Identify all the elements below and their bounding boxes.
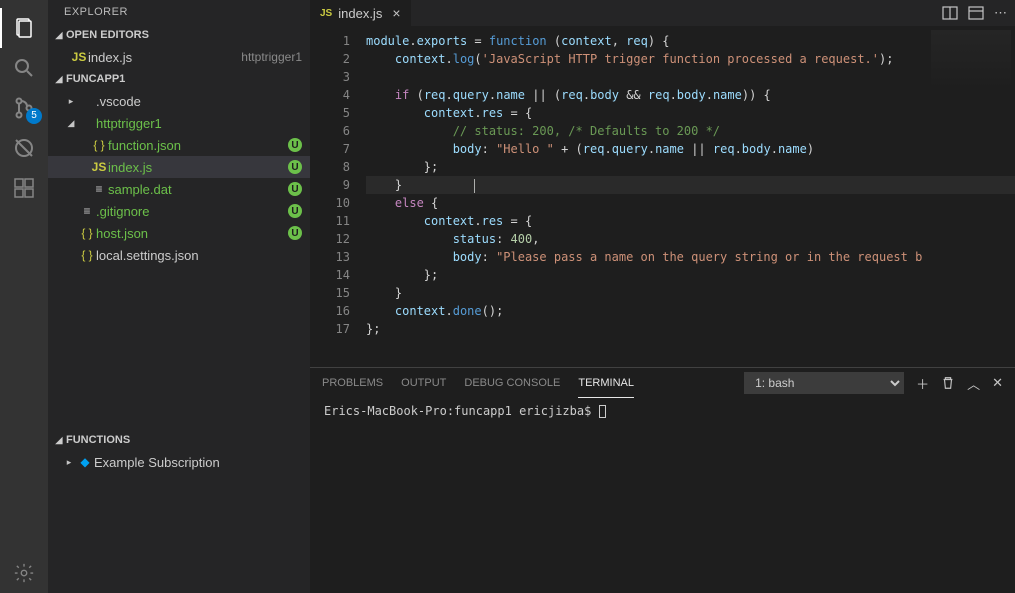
text-cursor xyxy=(474,179,475,193)
close-icon[interactable]: × xyxy=(392,5,400,21)
main: JS index.js × ⋯ 123456789101112131415161… xyxy=(310,0,1015,593)
terminal-prompt: Erics-MacBook-Pro:funcapp1 ericjizba$ xyxy=(324,404,599,418)
terminal-selector[interactable]: 1: bash xyxy=(744,372,904,394)
sidebar: EXPLORER ◢ OPEN EDITORS JS index.js http… xyxy=(48,0,310,593)
js-icon: JS xyxy=(70,50,88,64)
functions-item[interactable]: ▸ ◆ Example Subscription xyxy=(48,451,310,473)
settings-icon[interactable] xyxy=(0,553,48,593)
tree-item--gitignore[interactable]: ≡.gitignoreU xyxy=(48,200,310,222)
open-editor-item[interactable]: JS index.js httptrigger1 xyxy=(48,46,310,68)
editor[interactable]: 1234567891011121314151617 module.exports… xyxy=(310,26,1015,367)
tree-item-label: .gitignore xyxy=(96,204,288,219)
git-status-badge: U xyxy=(288,226,302,240)
tree-item-label: function.json xyxy=(108,138,288,153)
tree-item-label: .vscode xyxy=(96,94,302,109)
extensions-icon[interactable] xyxy=(0,168,48,208)
maximize-panel-icon[interactable]: ︿ xyxy=(967,374,980,393)
panel-tab-problems[interactable]: PROBLEMS xyxy=(322,368,383,398)
minimap[interactable] xyxy=(931,30,1011,90)
tab-index-js[interactable]: JS index.js × xyxy=(310,0,412,26)
git-status-badge: U xyxy=(288,182,302,196)
section-open-editors[interactable]: ◢ OPEN EDITORS xyxy=(48,24,310,46)
git-status-badge: U xyxy=(288,204,302,218)
file-icon: ≡ xyxy=(78,204,96,218)
chevron-right-icon: ▸ xyxy=(62,457,76,468)
split-editor-icon[interactable] xyxy=(942,5,958,21)
chevron-icon: ▸ xyxy=(64,96,78,107)
tree-item-httptrigger1[interactable]: ◢ httptrigger1 xyxy=(48,112,310,134)
scm-badge: 5 xyxy=(26,108,42,124)
more-icon[interactable]: ⋯ xyxy=(994,5,1007,21)
tree-item-label: sample.dat xyxy=(108,182,288,197)
new-terminal-icon[interactable]: ＋ xyxy=(916,374,929,393)
json-icon: { } xyxy=(78,248,96,262)
debug-icon[interactable] xyxy=(0,128,48,168)
search-icon[interactable] xyxy=(0,48,48,88)
section-project[interactable]: ◢ FUNCAPP1 xyxy=(48,68,310,90)
gutter: 1234567891011121314151617 xyxy=(310,26,366,367)
azure-icon: ◆ xyxy=(76,455,94,469)
code-content[interactable]: module.exports = function (context, req)… xyxy=(366,26,1015,367)
layout-icon[interactable] xyxy=(968,5,984,21)
tree-item-sample-dat[interactable]: ≡sample.datU xyxy=(48,178,310,200)
explorer-icon[interactable] xyxy=(0,8,48,48)
js-icon: JS xyxy=(90,160,108,174)
tree-item-label: local.settings.json xyxy=(96,248,302,263)
kill-terminal-icon[interactable] xyxy=(941,376,955,390)
git-status-badge: U xyxy=(288,160,302,174)
activity-bar: 5 xyxy=(0,0,48,593)
chevron-down-icon: ◢ xyxy=(52,30,66,41)
tree-item-label: host.json xyxy=(96,226,288,241)
tree-item-local-settings-json[interactable]: { }local.settings.json xyxy=(48,244,310,266)
tree-item-label: index.js xyxy=(108,160,288,175)
tab-bar: JS index.js × ⋯ xyxy=(310,0,1015,26)
close-panel-icon[interactable]: ✕ xyxy=(992,375,1003,391)
tree-item--vscode[interactable]: ▸ .vscode xyxy=(48,90,310,112)
chevron-icon: ◢ xyxy=(64,118,78,129)
terminal[interactable]: Erics-MacBook-Pro:funcapp1 ericjizba$ xyxy=(310,398,1015,593)
chevron-down-icon: ◢ xyxy=(52,435,66,446)
tree-item-label: httptrigger1 xyxy=(96,116,302,131)
terminal-cursor xyxy=(599,405,606,418)
panel-tab-terminal[interactable]: TERMINAL xyxy=(578,368,634,398)
file-icon: ≡ xyxy=(90,182,108,196)
chevron-down-icon: ◢ xyxy=(52,74,66,85)
tree-item-function-json[interactable]: { }function.jsonU xyxy=(48,134,310,156)
json-icon: { } xyxy=(90,138,108,152)
json-icon: { } xyxy=(78,226,96,240)
sidebar-title: EXPLORER xyxy=(48,0,310,24)
git-status-badge: U xyxy=(288,138,302,152)
panel-tabs: PROBLEMS OUTPUT DEBUG CONSOLE TERMINAL 1… xyxy=(310,368,1015,398)
panel-tab-output[interactable]: OUTPUT xyxy=(401,368,446,398)
tree-item-host-json[interactable]: { }host.jsonU xyxy=(48,222,310,244)
js-icon: JS xyxy=(320,8,332,19)
section-functions[interactable]: ◢ FUNCTIONS xyxy=(48,429,310,451)
file-tree: ▸.vscode◢httptrigger1{ }function.jsonUJS… xyxy=(48,90,310,266)
panel: PROBLEMS OUTPUT DEBUG CONSOLE TERMINAL 1… xyxy=(310,367,1015,593)
tree-item-index-js[interactable]: JSindex.jsU xyxy=(48,156,310,178)
scm-icon[interactable]: 5 xyxy=(0,88,48,128)
panel-tab-debug-console[interactable]: DEBUG CONSOLE xyxy=(464,368,560,398)
